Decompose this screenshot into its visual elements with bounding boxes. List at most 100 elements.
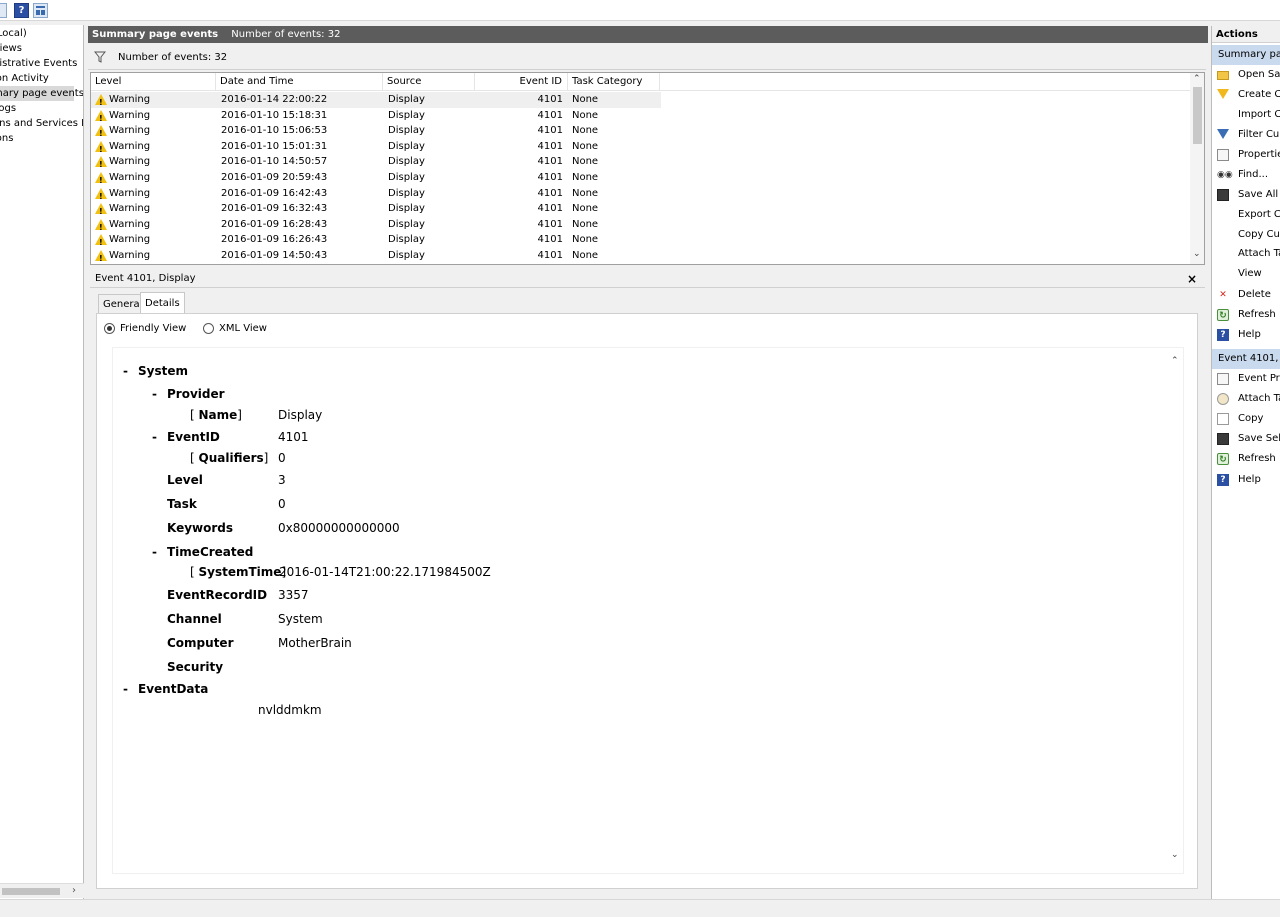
row-source: Display xyxy=(388,250,425,261)
scroll-up-icon[interactable]: ⌃ xyxy=(1171,356,1179,366)
tree-item-subscriptions[interactable]: ions xyxy=(0,131,13,146)
action-attach-task[interactable]: Attach Ta xyxy=(1212,244,1280,264)
row-level: Warning xyxy=(109,250,151,261)
console-tree-icon[interactable] xyxy=(0,3,7,18)
column-level[interactable]: Level xyxy=(91,73,216,91)
action-import-custom-view[interactable]: Import Cu xyxy=(1212,105,1280,125)
table-row[interactable]: Warning 2016-01-09 16:28:43 Display 4101… xyxy=(91,217,661,235)
table-row[interactable]: Warning 2016-01-10 15:18:31 Display 4101… xyxy=(91,108,661,126)
xml-view-label[interactable]: XML View xyxy=(219,323,267,334)
xml-key-eventid: EventID xyxy=(167,430,220,444)
xml-key-name: [ Name] xyxy=(190,408,242,422)
collapse-system-icon[interactable]: - xyxy=(123,364,128,378)
status-bar xyxy=(0,899,1280,917)
row-event-id: 4101 xyxy=(537,250,563,261)
toolbar: ? xyxy=(0,0,1280,21)
help-icon[interactable]: ? xyxy=(14,3,29,18)
action-filter-current[interactable]: Filter Curr xyxy=(1212,125,1280,145)
column-event-id[interactable]: Event ID xyxy=(475,73,568,91)
save-icon xyxy=(1217,433,1229,445)
table-row[interactable]: Warning 2016-01-14 22:00:22 Display 4101… xyxy=(91,92,661,111)
row-level: Warning xyxy=(109,218,151,230)
tree-scroll-thumb[interactable] xyxy=(2,888,60,895)
xml-key-level: Level xyxy=(167,473,203,487)
table-row[interactable]: Warning 2016-01-10 15:01:31 Display 4101… xyxy=(91,139,661,157)
tree-item-administrative-events[interactable]: nistrative Events xyxy=(0,56,77,71)
table-row[interactable]: Warning 2016-01-09 20:59:43 Display 4101… xyxy=(91,170,661,189)
row-level: Warning xyxy=(109,109,151,121)
collapse-provider-icon[interactable]: - xyxy=(152,387,157,401)
column-task-category[interactable]: Task Category xyxy=(568,73,660,91)
collapse-timecreated-icon[interactable]: - xyxy=(152,545,157,559)
tree-item-summary-page-events[interactable]: mary page events xyxy=(0,86,83,101)
actions-section-event[interactable]: Event 4101, Dis xyxy=(1212,349,1280,369)
table-row[interactable]: Warning 2016-01-09 16:32:43 Display 4101… xyxy=(91,201,661,220)
action-find[interactable]: ◉◉ Find... xyxy=(1212,165,1280,185)
actions-section-summary[interactable]: Summary pag xyxy=(1212,45,1280,65)
column-source[interactable]: Source xyxy=(383,73,475,91)
row-task: None xyxy=(572,218,599,230)
event-list-header: Level Date and Time Source Event ID Task… xyxy=(91,73,1191,91)
properties-icon xyxy=(1217,373,1229,385)
scroll-up-icon[interactable]: ⌃ xyxy=(1193,74,1201,84)
scroll-down-icon[interactable]: ⌄ xyxy=(1193,249,1201,259)
row-task: None xyxy=(572,234,599,246)
xml-val-systemtime: 2016-01-14T21:00:22.171984500Z xyxy=(279,565,491,579)
tree-item-windows-logs[interactable]: Logs xyxy=(0,101,16,116)
action-attach-task-event[interactable]: Attach Ta xyxy=(1212,389,1280,409)
table-row[interactable]: Warning 2016-01-10 14:50:57 Display 4101… xyxy=(91,154,661,173)
row-source: Display xyxy=(388,234,425,246)
collapse-eventdata-icon[interactable]: - xyxy=(123,682,128,696)
tab-details[interactable]: Details xyxy=(140,292,185,314)
row-level: Warning xyxy=(109,172,151,183)
properties-icon xyxy=(1217,149,1229,161)
action-refresh-event[interactable]: ↻ Refresh xyxy=(1212,449,1280,469)
refresh-icon: ↻ xyxy=(1217,309,1229,321)
column-date-time[interactable]: Date and Time xyxy=(216,73,383,91)
xml-val-level: 3 xyxy=(278,473,286,487)
row-datetime: 2016-01-09 20:59:43 xyxy=(221,172,328,183)
xml-key-task: Task xyxy=(167,497,197,511)
action-properties[interactable]: Properties xyxy=(1212,145,1280,165)
action-copy-custom-view[interactable]: Copy Cus xyxy=(1212,225,1280,245)
row-task: None xyxy=(572,140,599,152)
tree-item-location-activity[interactable]: ion Activity xyxy=(0,71,49,86)
action-save-all-events[interactable]: Save All E xyxy=(1212,185,1280,205)
action-view[interactable]: View xyxy=(1212,264,1280,284)
details-vertical-scrollbar[interactable]: ⌃ ⌄ xyxy=(1168,350,1183,870)
table-row[interactable]: Warning 2016-01-09 14:50:43 Display 4101… xyxy=(91,248,661,264)
friendly-view-label[interactable]: Friendly View xyxy=(120,323,186,334)
collapse-eventid-icon[interactable]: - xyxy=(152,430,157,444)
action-refresh[interactable]: ↻ Refresh xyxy=(1212,305,1280,325)
close-icon[interactable]: × xyxy=(1187,270,1197,288)
tree-item-custom-views[interactable]: Views xyxy=(0,41,22,56)
show-action-pane-icon[interactable] xyxy=(33,3,48,18)
tree-item-applications-services-logs[interactable]: ons and Services Lo xyxy=(0,116,83,131)
tree-item-local[interactable]: (Local) xyxy=(0,26,27,41)
action-create-custom-view[interactable]: Create Cu xyxy=(1212,85,1280,105)
action-delete[interactable]: ✕ Delete xyxy=(1212,285,1280,305)
tree-horizontal-scrollbar[interactable]: › xyxy=(0,883,84,898)
scroll-right-icon[interactable]: › xyxy=(72,885,76,896)
action-save-selected[interactable]: Save Selec xyxy=(1212,429,1280,449)
action-event-properties[interactable]: Event Pro xyxy=(1212,369,1280,389)
filter-icon xyxy=(94,51,106,63)
action-help-event[interactable]: ? Help xyxy=(1212,470,1280,490)
table-row[interactable]: Warning 2016-01-09 16:26:43 Display 4101… xyxy=(91,232,661,251)
event-list-vertical-scrollbar[interactable]: ⌃ ⌄ xyxy=(1190,73,1204,264)
action-help[interactable]: ? Help xyxy=(1212,325,1280,345)
friendly-view-radio[interactable] xyxy=(104,323,115,334)
xml-view-radio[interactable] xyxy=(203,323,214,334)
row-event-id: 4101 xyxy=(537,234,563,246)
action-open-saved-log[interactable]: Open Sav xyxy=(1212,65,1280,85)
table-row[interactable]: Warning 2016-01-09 16:42:43 Display 4101… xyxy=(91,186,661,204)
table-row[interactable]: Warning 2016-01-10 15:06:53 Display 4101… xyxy=(91,123,661,142)
folder-open-icon xyxy=(1217,71,1229,80)
xml-key-qualifiers: [ Qualifiers] xyxy=(190,451,269,465)
xml-key-keywords: Keywords xyxy=(167,521,234,535)
action-export-custom-view[interactable]: Export Cu xyxy=(1212,205,1280,225)
action-copy[interactable]: Copy xyxy=(1212,409,1280,429)
event-list-scroll-thumb[interactable] xyxy=(1193,87,1202,144)
row-task: None xyxy=(572,203,599,215)
scroll-down-icon[interactable]: ⌄ xyxy=(1171,850,1179,860)
